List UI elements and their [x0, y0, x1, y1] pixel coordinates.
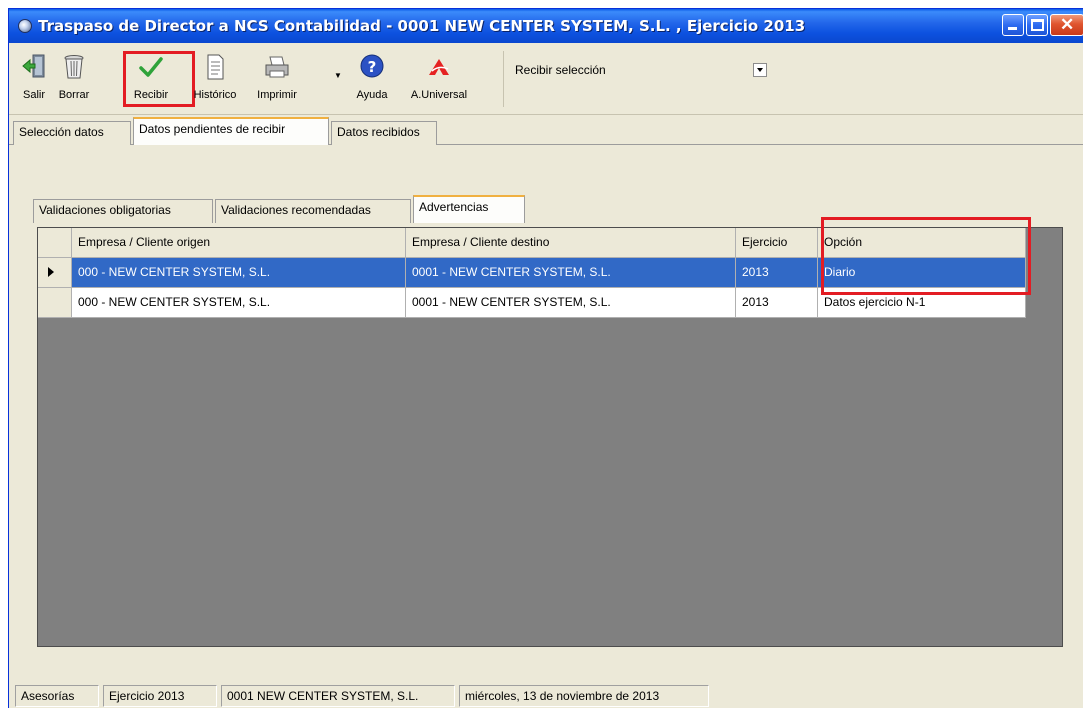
header-corner	[38, 228, 72, 258]
main-tabs: Selección datos Datos pendientes de reci…	[9, 115, 1083, 145]
exit-label: Salir	[22, 89, 45, 101]
delete-label: Borrar	[58, 89, 90, 101]
cell-destination[interactable]: 0001 - NEW CENTER SYSTEM, S.L.	[406, 288, 736, 318]
a-universal-button[interactable]: A.Universal	[407, 47, 471, 105]
delete-button[interactable]: Borrar	[53, 47, 95, 105]
help-button[interactable]: ? Ayuda	[347, 47, 397, 105]
app-window: Traspaso de Director a NCS Contabilidad …	[8, 8, 1083, 708]
row-selector[interactable]	[38, 288, 72, 318]
status-bar: Asesorías Ejercicio 2013 0001 NEW CENTER…	[9, 683, 1083, 708]
print-button[interactable]: Imprimir	[247, 47, 307, 105]
cell-year[interactable]: 2013	[736, 288, 818, 318]
receive-mode-select[interactable]: Recibir selección	[507, 63, 787, 99]
a-universal-logo-icon	[429, 59, 449, 75]
close-icon: ✕	[1060, 15, 1075, 34]
cell-year[interactable]: 2013	[736, 258, 818, 288]
tab-validaciones-recomendadas[interactable]: Validaciones recomendadas	[215, 199, 411, 223]
chevron-down-icon[interactable]	[753, 63, 767, 77]
help-icon: ?	[360, 54, 384, 78]
title-bar[interactable]: Traspaso de Director a NCS Contabilidad …	[9, 9, 1083, 43]
history-label: Histórico	[193, 89, 237, 101]
option-column-highlight-box	[821, 217, 1031, 295]
print-label: Imprimir	[257, 89, 297, 101]
current-row-pointer-icon	[48, 267, 54, 277]
tab-datos-recibidos[interactable]: Datos recibidos	[331, 121, 437, 145]
column-header-origin[interactable]: Empresa / Cliente origen	[72, 228, 406, 258]
window-title: Traspaso de Director a NCS Contabilidad …	[38, 17, 806, 35]
tab-validaciones-obligatorias[interactable]: Validaciones obligatorias	[33, 199, 213, 223]
cell-origin[interactable]: 000 - NEW CENTER SYSTEM, S.L.	[72, 288, 406, 318]
status-company: 0001 NEW CENTER SYSTEM, S.L.	[221, 685, 455, 707]
exit-button[interactable]: Salir	[15, 47, 53, 105]
row-selector[interactable]	[38, 258, 72, 288]
column-header-destination[interactable]: Empresa / Cliente destino	[406, 228, 736, 258]
minimize-button[interactable]	[1002, 14, 1024, 36]
status-year: Ejercicio 2013	[103, 685, 217, 707]
document-icon	[207, 54, 224, 80]
trash-icon	[64, 55, 84, 79]
maximize-icon	[1031, 19, 1044, 31]
tab-advertencias[interactable]: Advertencias	[413, 195, 525, 223]
close-button[interactable]: ✕	[1050, 14, 1083, 36]
receive-mode-value: Recibir selección	[515, 63, 606, 77]
status-section: Asesorías	[15, 685, 99, 707]
maximize-button[interactable]	[1026, 14, 1048, 36]
exit-door-icon	[22, 54, 45, 78]
tab-seleccion-datos[interactable]: Selección datos	[13, 121, 131, 145]
receive-highlight-box	[123, 51, 195, 107]
status-date: miércoles, 13 de noviembre de 2013	[459, 685, 709, 707]
cell-origin[interactable]: 000 - NEW CENTER SYSTEM, S.L.	[72, 258, 406, 288]
toolbar-separator	[503, 51, 504, 107]
print-dropdown-arrow-icon[interactable]: ▼	[334, 71, 342, 80]
printer-icon	[265, 56, 289, 78]
tab-datos-pendientes[interactable]: Datos pendientes de recibir	[133, 117, 329, 145]
cell-destination[interactable]: 0001 - NEW CENTER SYSTEM, S.L.	[406, 258, 736, 288]
toolbar: Salir Borrar Recibir Histórico Imprimir …	[9, 43, 1083, 115]
column-header-year[interactable]: Ejercicio	[736, 228, 818, 258]
help-label: Ayuda	[356, 89, 388, 101]
a-universal-label: A.Universal	[410, 89, 468, 101]
svg-text:?: ?	[368, 58, 377, 76]
history-button[interactable]: Histórico	[187, 47, 243, 105]
app-icon	[18, 19, 32, 33]
minimize-icon	[1008, 27, 1017, 30]
